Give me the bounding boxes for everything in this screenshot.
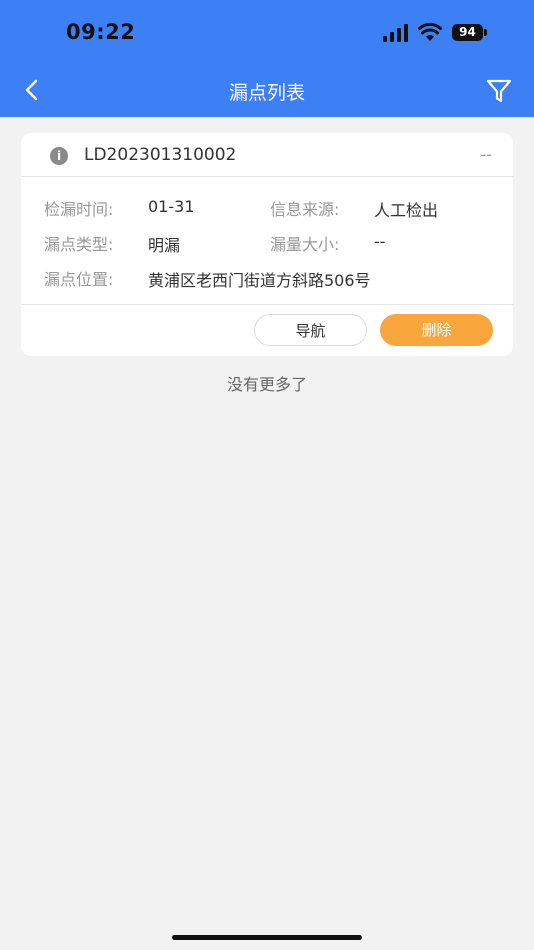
status-bar: 09:22 94 [0, 0, 534, 62]
location-value: 黄浦区老西门街道方斜路506号 [148, 271, 371, 290]
location-label: 漏点位置: [44, 270, 114, 289]
battery-level: 94 [452, 24, 483, 41]
wifi-icon [418, 22, 442, 41]
leak-amount-label: 漏量大小: [270, 235, 340, 254]
detect-time-value: 01-31 [148, 197, 195, 216]
info-icon: i [50, 147, 68, 165]
navigate-button[interactable]: 导航 [254, 314, 367, 346]
delete-button[interactable]: 删除 [380, 314, 493, 346]
leak-point-id: LD202301310002 [84, 145, 237, 165]
leak-type-label: 漏点类型: [44, 235, 114, 254]
leak-point-status: -- [480, 145, 492, 164]
nav-bar: 漏点列表 [0, 62, 534, 117]
detect-time-label: 检漏时间: [44, 200, 114, 219]
card-header: i LD202301310002 -- [21, 133, 513, 177]
leak-type-value: 明漏 [148, 236, 181, 255]
header: 09:22 94 漏点列表 [0, 0, 534, 117]
home-indicator[interactable] [172, 935, 362, 940]
leak-amount-value: -- [374, 232, 386, 251]
source-label: 信息来源: [270, 200, 340, 219]
page-title: 漏点列表 [228, 82, 305, 104]
signal-icon [383, 24, 408, 42]
battery-tip [484, 29, 487, 36]
source-value: 人工检出 [374, 201, 439, 220]
leak-point-card[interactable]: i LD202301310002 -- 检漏时间: 01-31 信息来源: 人工… [21, 133, 513, 356]
list-end-text: 没有更多了 [226, 375, 307, 394]
card-divider [21, 304, 513, 305]
filter-icon[interactable] [486, 78, 512, 104]
battery-icon: 94 [452, 24, 488, 41]
status-time: 09:22 [66, 20, 136, 44]
